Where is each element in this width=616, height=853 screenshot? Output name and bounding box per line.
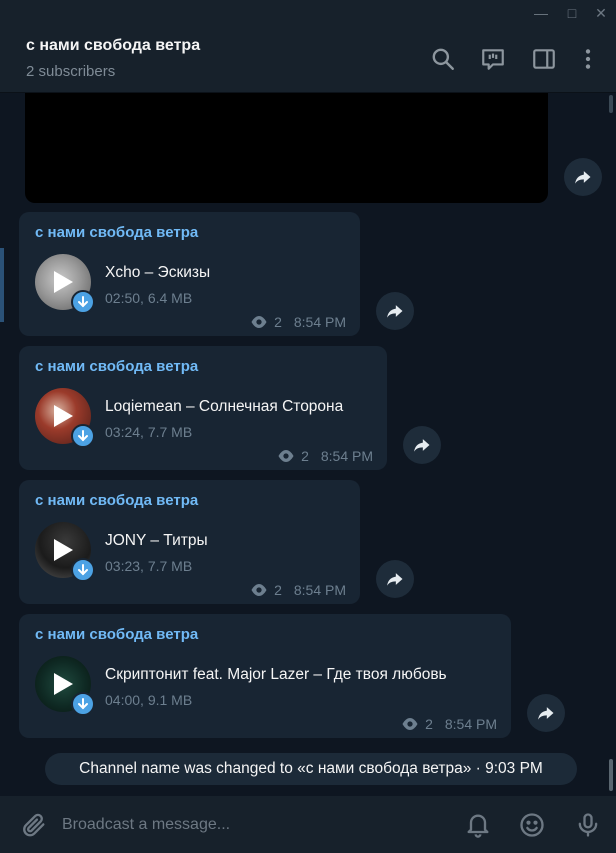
message-time: 8:54 PM <box>293 582 346 598</box>
audio-message[interactable]: с нами свобода ветра JONY – Титры 03:23,… <box>19 480 360 604</box>
emoji-icon[interactable] <box>518 811 546 839</box>
view-count: 2 <box>274 314 282 330</box>
window-titlebar: — □ ✕ <box>0 0 616 26</box>
message-input[interactable] <box>62 810 442 840</box>
more-menu-icon[interactable] <box>575 46 601 72</box>
message-time: 8:54 PM <box>320 448 373 464</box>
message-time: 8:54 PM <box>293 314 346 330</box>
views-icon <box>402 718 418 730</box>
forward-button[interactable] <box>564 158 602 196</box>
chat-header: с нами свобода ветра 2 subscribers <box>0 26 616 93</box>
download-icon[interactable] <box>71 290 95 314</box>
close-button[interactable]: ✕ <box>590 2 612 24</box>
message-author[interactable]: с нами свобода ветра <box>35 626 198 643</box>
search-icon[interactable] <box>430 46 456 72</box>
microphone-icon[interactable] <box>574 811 602 839</box>
audio-message[interactable]: с нами свобода ветра Loqiemean – Солнечн… <box>19 346 387 470</box>
selection-marker <box>0 248 4 322</box>
message-list[interactable]: с нами свобода ветра Xcho – Эскизы 02:50… <box>0 93 616 796</box>
track-title: JONY – Титры <box>105 532 208 549</box>
forward-button[interactable] <box>376 560 414 598</box>
track-title: Xcho – Эскизы <box>105 264 211 281</box>
message-stats: 2 8:54 PM <box>250 314 346 330</box>
download-icon[interactable] <box>71 424 95 448</box>
message-author[interactable]: с нами свобода ветра <box>35 492 198 509</box>
message-time: 8:54 PM <box>444 716 497 732</box>
message-composer <box>0 796 616 853</box>
forward-icon <box>387 305 403 318</box>
forward-button[interactable] <box>527 694 565 732</box>
channel-title[interactable]: с нами свобода ветра <box>26 37 200 55</box>
track-meta: 02:50, 6.4 MB <box>105 290 193 306</box>
service-message: Channel name was changed to «с нами своб… <box>45 753 577 785</box>
forward-icon <box>575 171 591 184</box>
subscriber-count[interactable]: 2 subscribers <box>26 63 115 80</box>
sidebar-toggle-icon[interactable] <box>531 46 557 72</box>
download-icon[interactable] <box>71 558 95 582</box>
forward-icon <box>414 439 430 452</box>
maximize-button[interactable]: □ <box>561 2 583 24</box>
audio-message[interactable]: с нами свобода ветра Скриптонит feat. Ma… <box>19 614 511 738</box>
discussion-icon[interactable] <box>480 46 506 72</box>
view-count: 2 <box>425 716 433 732</box>
minimize-button[interactable]: — <box>530 2 552 24</box>
views-icon <box>251 584 267 596</box>
views-icon <box>251 316 267 328</box>
track-meta: 04:00, 9.1 MB <box>105 692 193 708</box>
message-stats: 2 8:54 PM <box>401 716 497 732</box>
track-title: Loqiemean – Солнечная Сторона <box>105 398 344 415</box>
scrollbar-thumb[interactable] <box>609 759 613 791</box>
scrollbar-top[interactable] <box>609 95 613 113</box>
forward-button[interactable] <box>376 292 414 330</box>
forward-icon <box>538 707 554 720</box>
view-count: 2 <box>301 448 309 464</box>
audio-message[interactable]: с нами свобода ветра Xcho – Эскизы 02:50… <box>19 212 360 336</box>
message-stats: 2 8:54 PM <box>250 582 346 598</box>
track-title: Скриптонит feat. Major Lazer – Где твоя … <box>105 666 447 683</box>
forward-icon <box>387 573 403 586</box>
view-count: 2 <box>274 582 282 598</box>
notification-bell-icon[interactable] <box>464 811 492 839</box>
attach-icon[interactable] <box>20 811 48 839</box>
download-icon[interactable] <box>71 692 95 716</box>
forward-button[interactable] <box>403 426 441 464</box>
message-author[interactable]: с нами свобода ветра <box>35 224 198 241</box>
track-meta: 03:23, 7.7 MB <box>105 558 193 574</box>
message-stats: 2 8:54 PM <box>277 448 373 464</box>
message-author[interactable]: с нами свобода ветра <box>35 358 198 375</box>
video-message[interactable] <box>25 93 548 203</box>
views-icon <box>278 450 294 462</box>
track-meta: 03:24, 7.7 MB <box>105 424 193 440</box>
scrollbar[interactable] <box>606 93 616 796</box>
